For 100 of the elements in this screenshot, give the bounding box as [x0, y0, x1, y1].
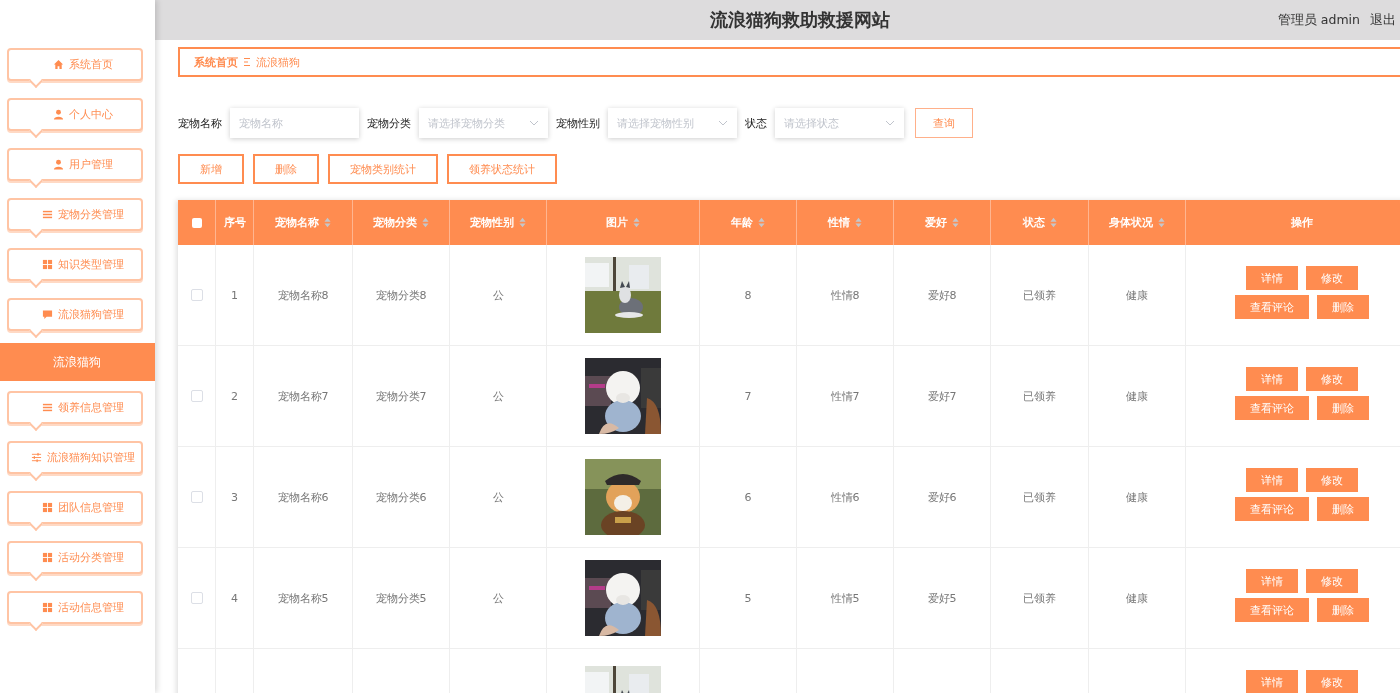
filter-label: 宠物分类	[367, 115, 411, 131]
table-cell: 宠物分类7	[375, 388, 427, 404]
column-header[interactable]: 序号	[216, 200, 254, 245]
row-action-button[interactable]: 修改	[1305, 670, 1358, 693]
chevron-down-icon	[885, 120, 895, 126]
table-cell: 宠物名称7	[277, 388, 329, 404]
table-cell: 已领养	[1023, 388, 1056, 404]
grid-icon	[42, 259, 53, 270]
filter-label: 状态	[745, 115, 767, 131]
column-header[interactable]: 操作	[1186, 200, 1400, 245]
row-action-button[interactable]: 删除	[1316, 497, 1369, 521]
table-cell: 性情6	[830, 489, 860, 505]
table-cell: 爱好7	[927, 388, 957, 404]
row-action-button[interactable]: 详情	[1245, 367, 1298, 391]
sort-icon[interactable]	[855, 217, 862, 228]
select-all-checkbox[interactable]	[191, 217, 202, 228]
user-icon	[53, 159, 64, 170]
row-action-button[interactable]: 查看评论	[1234, 396, 1309, 420]
column-header[interactable]: 性情	[797, 200, 894, 245]
filter-label: 宠物名称	[178, 115, 222, 131]
table-cell: 爱好6	[927, 489, 957, 505]
table-cell: 健康	[1126, 489, 1148, 505]
sort-icon[interactable]	[324, 217, 331, 228]
column-header[interactable]: 身体状况	[1089, 200, 1186, 245]
grid-icon	[42, 552, 53, 563]
input-field[interactable]: 宠物名称	[230, 108, 359, 138]
chat-icon	[42, 309, 53, 320]
row-action-button[interactable]: 查看评论	[1234, 295, 1309, 319]
logout-link[interactable]: 退出	[1370, 11, 1396, 29]
table-cell: 已领养	[1023, 287, 1056, 303]
row-action-button[interactable]: 删除	[1316, 295, 1369, 319]
row-action-button[interactable]: 详情	[1245, 569, 1298, 593]
column-header[interactable]: 图片	[547, 200, 700, 245]
action-button[interactable]: 新增	[178, 154, 244, 184]
sort-icon[interactable]	[1158, 217, 1165, 228]
row-action-button[interactable]: 详情	[1245, 468, 1298, 492]
action-button[interactable]: 领养状态统计	[447, 154, 557, 184]
menu-item[interactable]: 流浪猫狗	[0, 343, 155, 381]
table-cell: 6	[744, 490, 752, 504]
sort-icon[interactable]	[1049, 217, 1057, 228]
row-action-button[interactable]: 详情	[1245, 266, 1298, 290]
table-cell: 性情5	[830, 590, 860, 606]
row-checkbox[interactable]	[190, 390, 203, 402]
table-cell: 3	[231, 490, 238, 504]
table-cell: 宠物名称6	[277, 489, 329, 505]
table-cell: 1	[231, 288, 238, 302]
row-checkbox[interactable]	[190, 289, 203, 301]
column-header[interactable]: 状态	[991, 200, 1089, 245]
table-cell: 宠物名称5	[277, 590, 329, 606]
row-action-button[interactable]: 删除	[1316, 598, 1369, 622]
row-action-button[interactable]: 修改	[1305, 569, 1358, 593]
table-cell: 性情7	[830, 388, 860, 404]
table-cell: 宠物分类6	[375, 489, 427, 505]
row-action-button[interactable]: 修改	[1305, 468, 1358, 492]
table-cell: 公	[492, 489, 504, 505]
sliders-icon	[31, 452, 42, 463]
sort-icon[interactable]	[422, 217, 429, 228]
table-cell: 公	[492, 287, 504, 303]
list-icon	[42, 402, 53, 413]
table-cell: 8	[744, 288, 752, 302]
search-button[interactable]: 查询	[915, 108, 973, 138]
table-cell: 性情8	[830, 287, 860, 303]
breadcrumb-link[interactable]: 流浪猫狗	[256, 54, 300, 70]
action-button[interactable]: 宠物类别统计	[328, 154, 438, 184]
column-header[interactable]: 宠物性别	[450, 200, 547, 245]
table-cell: 公	[492, 590, 504, 606]
action-button[interactable]: 删除	[253, 154, 319, 184]
column-header[interactable]: 爱好	[894, 200, 991, 245]
row-action-button[interactable]: 查看评论	[1234, 598, 1309, 622]
table-cell: 5	[744, 591, 752, 605]
table-cell: 已领养	[1023, 489, 1056, 505]
row-action-button[interactable]: 修改	[1305, 266, 1358, 290]
row-checkbox[interactable]	[190, 491, 203, 503]
column-header[interactable]: 宠物名称	[254, 200, 353, 245]
breadcrumb-link[interactable]: 系统首页	[194, 54, 238, 70]
column-header[interactable]: 宠物分类	[353, 200, 450, 245]
row-action-button[interactable]: 详情	[1245, 670, 1298, 693]
row-action-button[interactable]: 删除	[1316, 396, 1369, 420]
table-cell: 健康	[1126, 388, 1148, 404]
sort-icon[interactable]	[633, 217, 640, 228]
sort-icon[interactable]	[758, 217, 765, 228]
row-action-button[interactable]: 修改	[1305, 367, 1358, 391]
row-checkbox[interactable]	[190, 592, 203, 604]
table-cell: 健康	[1126, 590, 1148, 606]
grid-icon	[42, 602, 53, 613]
table-cell: 健康	[1126, 287, 1148, 303]
table-cell: 4	[231, 591, 238, 605]
column-header[interactable]: 年龄	[700, 200, 797, 245]
table-cell: 爱好8	[927, 287, 957, 303]
table-cell: 已领养	[1023, 590, 1056, 606]
sort-icon[interactable]	[952, 217, 959, 228]
sort-icon[interactable]	[519, 217, 526, 228]
home-icon	[53, 59, 64, 70]
row-action-button[interactable]: 查看评论	[1234, 497, 1309, 521]
chevron-down-icon	[529, 120, 539, 126]
table-cell: 宠物名称8	[277, 287, 329, 303]
grid-icon	[42, 502, 53, 513]
user-icon	[53, 109, 64, 120]
table-cell: 爱好5	[927, 590, 957, 606]
separator-icon	[244, 57, 250, 67]
